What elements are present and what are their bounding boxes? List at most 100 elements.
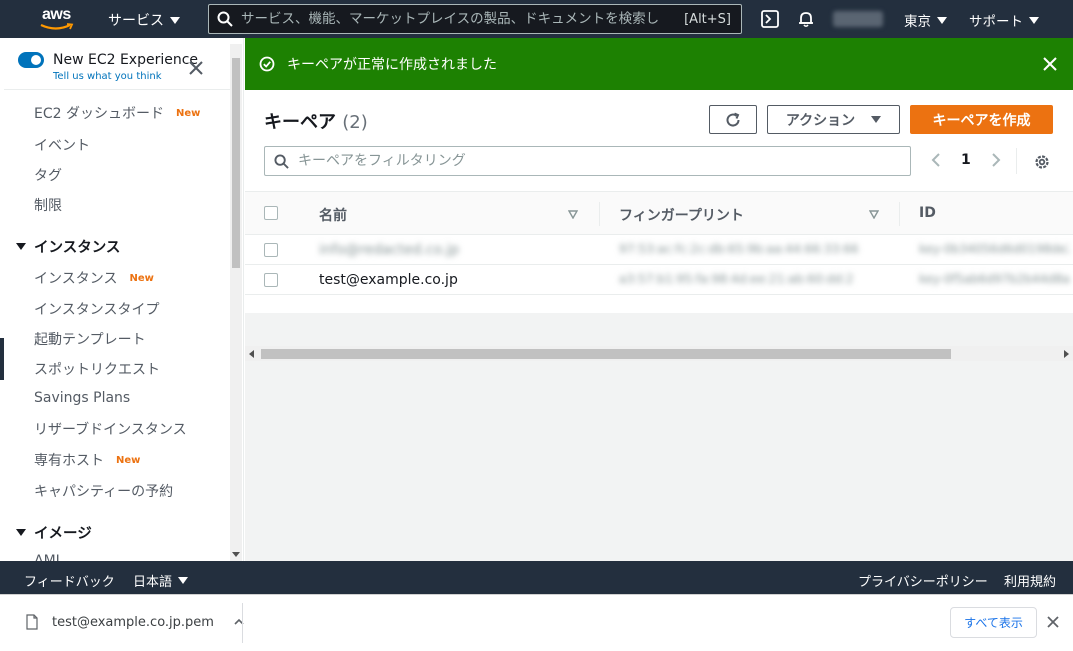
sidebar: New EC2 Experience Tell us what you thin… <box>4 38 244 561</box>
divider <box>242 603 243 643</box>
sidebar-item-label: タグ <box>34 168 62 184</box>
search-shortcut-hint: [Alt+S] <box>684 11 731 27</box>
chevron-left-icon[interactable] <box>931 152 941 168</box>
select-all-checkbox[interactable] <box>264 206 278 220</box>
sidebar-item-dedicated-hosts[interactable]: 専有ホスト New <box>34 450 140 470</box>
row-checkbox[interactable] <box>264 273 278 287</box>
main-content: キーペアが正常に作成されました キーペア (2) アクション キーペアを作成 キ… <box>245 38 1073 561</box>
success-check-icon <box>259 56 275 72</box>
refresh-icon <box>726 112 740 127</box>
services-label: サービス <box>108 13 164 29</box>
current-page[interactable]: 1 <box>961 152 971 168</box>
column-header-fingerprint[interactable]: フィンガープリント <box>619 205 744 225</box>
region-selector[interactable]: 東京 <box>904 10 947 30</box>
sidebar-item-tags[interactable]: タグ <box>34 165 62 185</box>
column-header-name[interactable]: 名前 <box>319 205 347 225</box>
sidebar-item-ami[interactable]: AMI <box>34 553 60 561</box>
table-row[interactable]: test@example.co.jp a3:57:b1:95:fa:98:4d:… <box>245 265 1073 295</box>
keypairs-panel: キーペア (2) アクション キーペアを作成 1 <box>245 90 1073 361</box>
divider <box>4 89 240 90</box>
gear-icon[interactable] <box>1033 153 1051 175</box>
table-row[interactable]: info@redacted.co.jp 97:53:ac:fc:2c:db:65… <box>245 235 1073 265</box>
sidebar-item-label: 制限 <box>34 198 62 214</box>
aws-smile-icon <box>40 23 74 30</box>
sidebar-item-savings-plans[interactable]: Savings Plans <box>34 390 130 406</box>
sidebar-item-dashboard[interactable]: EC2 ダッシュボード New <box>34 103 200 123</box>
terms-link[interactable]: 利用規約 <box>1004 571 1056 590</box>
sidebar-item-events[interactable]: イベント <box>34 135 90 155</box>
scroll-left-arrow-icon[interactable] <box>249 350 254 358</box>
actions-dropdown-button[interactable]: アクション <box>767 105 900 134</box>
sidebar-item-instance-types[interactable]: インスタンスタイプ <box>34 299 159 319</box>
divider <box>1016 148 1017 174</box>
account-menu-redacted[interactable] <box>833 11 883 27</box>
sidebar-item-label: Savings Plans <box>34 390 131 406</box>
keypair-id: key-0f5ab6d97b2b44d8a <box>919 272 1069 286</box>
caret-down-icon <box>871 116 882 123</box>
sort-icon[interactable] <box>869 210 879 219</box>
download-item[interactable]: test@example.co.jp.pem <box>26 614 244 630</box>
page-title: キーペア (2) <box>264 108 368 134</box>
sort-icon[interactable] <box>568 210 578 219</box>
aws-logo[interactable]: aws <box>38 4 78 34</box>
sidebar-section-title: イメージ <box>34 526 92 542</box>
keypair-filter-input[interactable] <box>298 153 888 169</box>
success-flash-message: キーペアが正常に作成されました <box>245 38 1073 90</box>
row-checkbox[interactable] <box>264 243 278 257</box>
global-search[interactable]: [Alt+S] <box>208 4 742 34</box>
feedback-link[interactable]: Tell us what you think <box>53 71 198 82</box>
sidebar-item-label: 起動テンプレート <box>34 332 146 348</box>
services-menu[interactable]: サービス <box>108 10 180 30</box>
close-icon[interactable] <box>1043 57 1057 75</box>
scroll-right-arrow-icon[interactable] <box>1064 350 1069 358</box>
language-selector[interactable]: 日本語 <box>133 571 189 590</box>
sidebar-scrollbar[interactable] <box>230 44 242 561</box>
cloudshell-icon[interactable] <box>761 10 779 32</box>
bell-icon[interactable] <box>797 10 815 32</box>
close-icon[interactable] <box>188 60 204 76</box>
file-icon <box>26 614 38 630</box>
sidebar-item-spot-requests[interactable]: スポットリクエスト <box>34 359 160 379</box>
chevron-right-icon[interactable] <box>991 152 1001 168</box>
sidebar-item-label: EC2 ダッシュボード <box>34 106 164 122</box>
sidebar-item-reserved-instances[interactable]: リザーブドインスタンス <box>34 419 187 439</box>
refresh-button[interactable] <box>709 105 757 134</box>
sidebar-section-images[interactable]: イメージ <box>16 522 92 543</box>
console-footer: フィードバック 日本語 プライバシーポリシー 利用規約 <box>0 561 1073 594</box>
search-icon <box>274 153 289 169</box>
sidebar-item-limits[interactable]: 制限 <box>34 195 62 215</box>
new-experience-toggle[interactable] <box>18 52 44 68</box>
new-experience-toggle-group: New EC2 Experience Tell us what you thin… <box>18 52 198 82</box>
close-icon[interactable] <box>1047 616 1059 632</box>
sidebar-item-launch-templates[interactable]: 起動テンプレート <box>34 329 146 349</box>
support-menu[interactable]: サポート <box>969 10 1039 30</box>
browser-download-bar: test@example.co.jp.pem すべて表示 <box>0 594 1073 651</box>
column-divider[interactable] <box>599 202 600 226</box>
sidebar-item-label: インスタンスタイプ <box>34 302 160 318</box>
caret-down-icon <box>170 16 180 24</box>
column-divider[interactable] <box>899 202 900 226</box>
new-badge: New <box>175 107 201 119</box>
table-header: 名前 フィンガープリント ID <box>245 191 1073 235</box>
privacy-policy-link[interactable]: プライバシーポリシー <box>858 571 988 590</box>
scrollbar-thumb[interactable] <box>232 58 240 268</box>
show-all-downloads-button[interactable]: すべて表示 <box>950 607 1037 638</box>
sidebar-item-label: 専有ホスト <box>34 453 104 469</box>
page-title-text: キーペア <box>264 112 336 133</box>
download-filename: test@example.co.jp.pem <box>52 614 214 630</box>
new-badge: New <box>129 272 154 284</box>
region-label: 東京 <box>904 14 931 30</box>
global-search-input[interactable] <box>241 11 711 27</box>
sidebar-section-instances[interactable]: インスタンス <box>16 236 120 257</box>
caret-down-icon <box>1029 16 1039 24</box>
column-header-id[interactable]: ID <box>919 205 936 221</box>
sidebar-item-capacity-reservations[interactable]: キャパシティーの予約 <box>34 481 173 501</box>
sidebar-item-instances[interactable]: インスタンス New <box>34 268 154 288</box>
feedback-link[interactable]: フィードバック <box>24 571 115 590</box>
scroll-down-arrow-icon[interactable] <box>232 552 240 557</box>
create-keypair-button[interactable]: キーペアを作成 <box>910 105 1053 134</box>
scrollbar-thumb[interactable] <box>261 349 951 359</box>
keypair-filter[interactable] <box>264 146 911 176</box>
sidebar-item-label: イベント <box>34 138 90 154</box>
table-horizontal-scrollbar[interactable] <box>245 346 1073 361</box>
